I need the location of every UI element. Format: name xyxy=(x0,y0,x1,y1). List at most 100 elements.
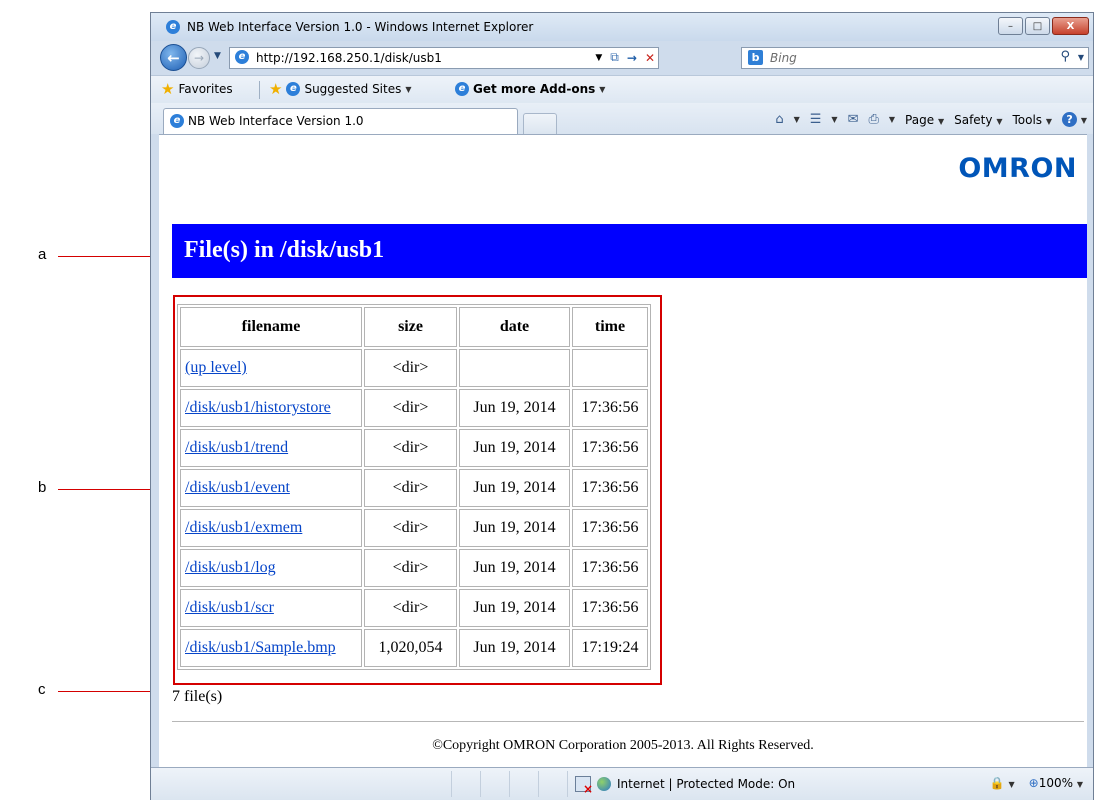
home-icon[interactable]: ⌂ xyxy=(775,112,783,127)
favorites-star-icon: ★ xyxy=(161,80,175,98)
date-cell: Jun 19, 2014 xyxy=(459,549,570,587)
feeds-icon[interactable]: ☰ xyxy=(810,112,822,127)
favorites-button[interactable]: ★ Favorites xyxy=(161,80,233,98)
forward-button[interactable]: → xyxy=(188,47,210,69)
tab-nb-web-interface[interactable]: e NB Web Interface Version 1.0 xyxy=(163,108,518,134)
file-link[interactable]: /disk/usb1/log xyxy=(185,559,276,576)
favorites-bar: ★ Favorites ★ e Suggested Sites ▼ e Get … xyxy=(151,75,1093,104)
file-link[interactable]: /disk/usb1/exmem xyxy=(185,519,302,536)
search-options-icon[interactable]: ▼ xyxy=(1078,53,1084,62)
file-link[interactable]: /disk/usb1/scr xyxy=(185,599,274,616)
column-header-filename: filename xyxy=(180,307,362,347)
file-link[interactable]: /disk/usb1/historystore xyxy=(185,399,331,416)
time-cell: 17:36:56 xyxy=(572,549,648,587)
protected-mode-icon[interactable]: 🔒 ▼ xyxy=(990,776,1015,790)
filename-cell: /disk/usb1/exmem xyxy=(180,509,362,547)
page-menu-label: Page xyxy=(905,112,935,127)
back-button[interactable]: ← xyxy=(160,44,187,71)
status-pane xyxy=(452,771,481,797)
table-row: /disk/usb1/Sample.bmp 1,020,054 Jun 19, … xyxy=(180,629,648,667)
time-cell xyxy=(572,349,648,387)
recent-pages-dropdown-icon[interactable]: ▼ xyxy=(214,51,221,61)
title-bar[interactable]: e NB Web Interface Version 1.0 - Windows… xyxy=(151,13,1093,41)
tools-menu[interactable]: Tools ▼ xyxy=(1012,113,1052,127)
size-cell: <dir> xyxy=(364,589,457,627)
new-tab-button[interactable] xyxy=(523,113,557,134)
size-cell: <dir> xyxy=(364,509,457,547)
page-icon: e xyxy=(235,50,249,64)
navigation-bar: ← → ▼ e http://192.168.250.1/disk/usb1 ▼… xyxy=(151,41,1093,75)
table-row: (up level) <dir> xyxy=(180,349,648,387)
page-menu[interactable]: Page ▼ xyxy=(905,113,944,127)
search-input[interactable]: Bing xyxy=(770,51,797,65)
date-cell xyxy=(459,349,570,387)
get-addons-button[interactable]: e Get more Add-ons ▼ xyxy=(455,82,605,96)
chevron-down-icon[interactable]: ▼ xyxy=(889,115,895,124)
security-zone[interactable]: Internet | Protected Mode: On xyxy=(575,776,795,796)
search-icon[interactable]: ⚲ xyxy=(1060,49,1070,64)
ie-page-icon: e xyxy=(286,82,301,96)
page-banner: File(s) in /disk/usb1 xyxy=(172,224,1087,278)
address-input[interactable]: http://192.168.250.1/disk/usb1 xyxy=(256,51,442,65)
table-row: /disk/usb1/exmem <dir> Jun 19, 2014 17:3… xyxy=(180,509,648,547)
zoom-level: 100% xyxy=(1038,776,1074,790)
address-bar[interactable]: e http://192.168.250.1/disk/usb1 ▼ ⧉ → ✕ xyxy=(229,47,659,69)
filename-cell: /disk/usb1/Sample.bmp xyxy=(180,629,362,667)
zoom-control[interactable]: ⊕100% ▼ xyxy=(1029,776,1083,790)
status-pane xyxy=(539,771,568,797)
time-cell: 17:36:56 xyxy=(572,589,648,627)
date-cell: Jun 19, 2014 xyxy=(459,509,570,547)
bing-icon: b xyxy=(748,50,763,65)
status-pane xyxy=(481,771,510,797)
chevron-down-icon: ▼ xyxy=(599,84,606,94)
date-cell: Jun 19, 2014 xyxy=(459,469,570,507)
up-level-link[interactable]: (up level) xyxy=(185,359,247,376)
time-cell: 17:36:56 xyxy=(572,389,648,427)
status-bar: Internet | Protected Mode: On 🔒 ▼ ⊕100% … xyxy=(151,767,1093,800)
back-arrow-icon: ← xyxy=(167,48,180,67)
safety-menu[interactable]: Safety ▼ xyxy=(954,113,1002,127)
filename-cell: (up level) xyxy=(180,349,362,387)
search-box[interactable]: b Bing ⚲ ▼ xyxy=(741,47,1089,69)
filename-cell: /disk/usb1/historystore xyxy=(180,389,362,427)
go-icon[interactable]: → xyxy=(627,51,637,65)
date-cell: Jun 19, 2014 xyxy=(459,589,570,627)
favorites-separator xyxy=(259,81,260,99)
file-link[interactable]: /disk/usb1/event xyxy=(185,479,290,496)
date-cell: Jun 19, 2014 xyxy=(459,429,570,467)
file-link[interactable]: /disk/usb1/trend xyxy=(185,439,288,456)
table-row: /disk/usb1/historystore <dir> Jun 19, 20… xyxy=(180,389,648,427)
compatibility-view-icon[interactable]: ⧉ xyxy=(610,50,619,65)
callout-b: b xyxy=(38,479,47,496)
close-button[interactable]: X xyxy=(1052,17,1089,35)
maximize-button[interactable]: □ xyxy=(1025,17,1050,35)
filename-cell: /disk/usb1/log xyxy=(180,549,362,587)
file-table: filename size date time (up level) <dir>… xyxy=(177,304,651,670)
command-bar: ⌂ ▼ ☰ ▼ ✉ ⎙ ▼ Page ▼ Safety ▼ Tools ▼ ? ▼ xyxy=(775,112,1087,127)
size-cell: 1,020,054 xyxy=(364,629,457,667)
chevron-down-icon[interactable]: ▼ xyxy=(794,115,800,124)
zoom-icon: ⊕ xyxy=(1028,776,1039,790)
suggested-sites-button[interactable]: ★ e Suggested Sites ▼ xyxy=(269,82,412,97)
help-icon: ? xyxy=(1062,112,1078,127)
tab-label: NB Web Interface Version 1.0 xyxy=(188,114,364,128)
status-right: 🔒 ▼ ⊕100% ▼ xyxy=(990,776,1083,790)
file-link[interactable]: /disk/usb1/Sample.bmp xyxy=(185,639,336,656)
date-cell: Jun 19, 2014 xyxy=(459,629,570,667)
time-cell: 17:36:56 xyxy=(572,469,648,507)
address-tools: ▼ ⧉ → ✕ xyxy=(595,50,655,65)
stop-icon[interactable]: ✕ xyxy=(645,51,655,65)
time-cell: 17:19:24 xyxy=(572,629,648,667)
mail-icon[interactable]: ✉ xyxy=(848,112,859,127)
chevron-down-icon[interactable]: ▼ xyxy=(831,115,837,124)
window-controls: – □ X xyxy=(996,17,1089,35)
help-menu[interactable]: ? ▼ xyxy=(1062,112,1087,127)
tools-menu-label: Tools xyxy=(1012,112,1043,127)
chevron-down-icon: ▼ xyxy=(1080,116,1087,125)
chevron-down-icon: ▼ xyxy=(1076,780,1083,789)
print-icon[interactable]: ⎙ xyxy=(868,112,878,127)
favorites-label: Favorites xyxy=(178,82,233,96)
address-dropdown-icon[interactable]: ▼ xyxy=(595,53,602,63)
minimize-button[interactable]: – xyxy=(998,17,1023,35)
size-cell: <dir> xyxy=(364,469,457,507)
